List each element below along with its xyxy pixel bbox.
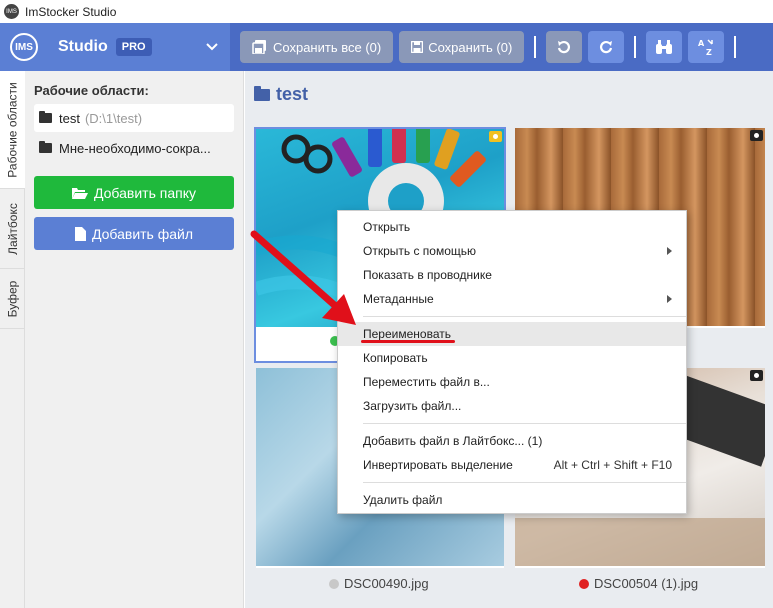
binoculars-button[interactable] [646, 31, 683, 63]
window-title: ImStocker Studio [25, 4, 117, 19]
svg-text:A: A [698, 39, 705, 48]
toolbar: Сохранить все (0) Сохранить (0) AZ [230, 23, 773, 71]
workspace-name: Мне-необходимо-сокра... [59, 140, 211, 156]
menu-separator [363, 423, 686, 424]
workspace-name: test [59, 110, 80, 126]
vertical-tabs: Рабочие области Лайтбокс Буфер [0, 71, 25, 608]
submenu-arrow-icon [667, 247, 672, 255]
title-bar: IMS ImStocker Studio [0, 0, 773, 23]
toolbar-separator [534, 36, 537, 58]
menu-separator [363, 482, 686, 483]
menu-item-invert-selection[interactable]: Инвертировать выделение Alt + Ctrl + Shif… [338, 453, 686, 477]
save-label: Сохранить (0) [428, 39, 513, 55]
tab-lightbox[interactable]: Лайтбокс [0, 189, 25, 269]
toolbar-separator [634, 36, 637, 58]
camera-icon [750, 130, 763, 141]
svg-text:Z: Z [706, 48, 712, 56]
workspace-item-test[interactable]: test (D:\1\test) [34, 104, 234, 132]
toolbar-separator [734, 36, 737, 58]
folder-icon [39, 111, 52, 123]
menu-item-move-file[interactable]: Переместить файл в... [338, 370, 686, 394]
menu-item-open-with[interactable]: Открыть с помощью [338, 239, 686, 263]
file-name-label[interactable]: DSC00490.jpg [329, 576, 429, 591]
menu-item-copy[interactable]: Копировать [338, 346, 686, 370]
undo-button[interactable] [546, 31, 583, 63]
menu-item-delete-file[interactable]: Удалить файл [338, 488, 686, 512]
shortcut-text: Alt + Ctrl + Shift + F10 [553, 458, 672, 472]
submenu-arrow-icon [667, 295, 672, 303]
annotation-underline [361, 340, 455, 343]
add-file-label: Добавить файл [91, 225, 194, 242]
undo-icon [558, 40, 571, 54]
folder-icon [39, 141, 52, 153]
folder-icon [254, 85, 270, 101]
menu-item-add-to-lightbox[interactable]: Добавить файл в Лайтбокс... (1) [338, 429, 686, 453]
tab-workspaces[interactable]: Рабочие области [0, 71, 25, 189]
ims-logo: IMS [10, 33, 38, 61]
chevron-down-icon[interactable] [206, 40, 218, 54]
menu-item-show-in-explorer[interactable]: Показать в проводнике [338, 263, 686, 287]
menu-item-upload-file[interactable]: Загрузить файл... [338, 394, 686, 418]
file-name-label[interactable]: DSC00504 (1).jpg [579, 576, 698, 591]
brand-bar[interactable]: IMS Studio PRO [0, 23, 230, 71]
workspace-path: (D:\1\test) [84, 110, 143, 126]
menu-separator [363, 316, 686, 317]
workspaces-title: Рабочие области: [34, 83, 149, 98]
menu-item-metadata[interactable]: Метаданные [338, 287, 686, 311]
folder-title: test [254, 84, 308, 105]
app-icon: IMS [4, 4, 19, 19]
workspace-item-2[interactable]: Мне-необходимо-сокра... [34, 134, 234, 162]
tab-buffer[interactable]: Буфер [0, 269, 25, 329]
status-dot [579, 578, 589, 589]
brand-name: Studio [58, 38, 108, 55]
workspaces-panel: Рабочие области: test (D:\1\test) Мне-не… [25, 71, 244, 608]
add-folder-button[interactable]: Добавить папку [34, 176, 234, 209]
sort-az-icon: AZ [698, 39, 714, 56]
menu-item-open[interactable]: Открыть [338, 215, 686, 239]
save-all-label: Сохранить все (0) [273, 39, 382, 55]
status-dot [329, 578, 339, 589]
context-menu: Открыть Открыть с помощью Показать в про… [337, 210, 687, 514]
save-all-button[interactable]: Сохранить все (0) [240, 31, 394, 63]
add-file-button[interactable]: Добавить файл [34, 217, 234, 250]
file-icon [74, 226, 86, 241]
camera-icon [489, 131, 502, 142]
save-all-icon [252, 40, 266, 54]
redo-button[interactable] [588, 31, 625, 63]
binoculars-icon [656, 40, 673, 54]
folder-title-text: test [276, 84, 309, 104]
save-button[interactable]: Сохранить (0) [399, 31, 525, 63]
folder-open-icon [72, 187, 88, 199]
camera-icon [750, 370, 763, 381]
pro-badge: PRO [115, 38, 152, 56]
sort-az-button[interactable]: AZ [688, 31, 725, 63]
save-icon [411, 41, 424, 53]
redo-icon [600, 40, 613, 54]
add-folder-label: Добавить папку [94, 184, 196, 201]
